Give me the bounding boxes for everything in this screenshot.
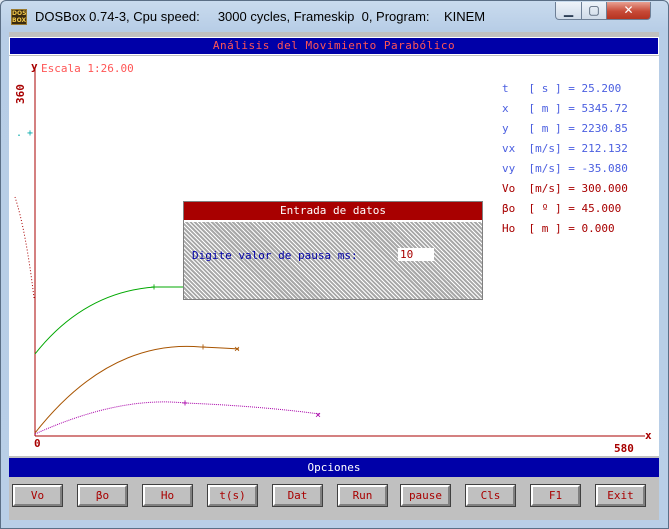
readout-beta: βo [ º ] = 45.000 bbox=[502, 202, 622, 215]
origin-label: 0 bbox=[34, 437, 41, 450]
readout-y: y [ m ] = 2230.85 bbox=[502, 122, 628, 135]
window-title: DOSBox 0.74-3, Cpu speed: 3000 cycles, F… bbox=[35, 9, 486, 24]
options-bar: Opciones bbox=[9, 458, 659, 477]
readout-vo: Vo [m/s] = 300.000 bbox=[502, 182, 628, 195]
program-header: Análisis del Movimiento Parabólico bbox=[9, 37, 659, 55]
minimize-button[interactable]: ▁ bbox=[555, 2, 582, 20]
y-max-label: 360 bbox=[14, 84, 27, 104]
x-axis-label: x bbox=[645, 429, 652, 442]
readout-t: t [ s ] = 25.200 bbox=[502, 82, 622, 95]
end-marker-brown: × bbox=[234, 344, 240, 355]
scale-label: Escala 1:26.00 bbox=[41, 62, 134, 75]
readout-x: x [ m ] = 5345.72 bbox=[502, 102, 628, 115]
cyan-marker: + bbox=[27, 128, 33, 139]
apex-marker-magenta: + bbox=[182, 398, 188, 409]
dosbox-app-icon[interactable]: DOS BOX bbox=[11, 9, 27, 25]
cls-button[interactable]: Cls bbox=[465, 484, 516, 507]
vo-button[interactable]: Vo bbox=[12, 484, 63, 507]
f1-button[interactable]: F1 bbox=[530, 484, 581, 507]
minimize-icon: ▁ bbox=[563, 3, 574, 17]
apex-marker-brown: + bbox=[200, 342, 206, 353]
readout-vy: vy [m/s] = -35.080 bbox=[502, 162, 628, 175]
close-button[interactable]: ✕ bbox=[606, 2, 651, 20]
trajectory-green bbox=[34, 286, 185, 355]
trajectory-brown bbox=[34, 345, 240, 434]
prior-trajectory bbox=[14, 196, 35, 299]
apex-marker-green: + bbox=[151, 282, 157, 293]
exit-button[interactable]: Exit bbox=[595, 484, 646, 507]
x-max-label: 580 bbox=[614, 442, 634, 455]
readout-ho: Ho [ m ] = 0.000 bbox=[502, 222, 615, 235]
beta-button[interactable]: βo bbox=[77, 484, 128, 507]
readout-vx: vx [m/s] = 212.132 bbox=[502, 142, 628, 155]
close-icon: ✕ bbox=[623, 3, 634, 17]
dat-button[interactable]: Dat bbox=[272, 484, 323, 507]
ho-button[interactable]: Ho bbox=[142, 484, 193, 507]
end-marker-magenta: × bbox=[315, 410, 321, 421]
dosbox-window: DOS BOX DOSBox 0.74-3, Cpu speed: 3000 c… bbox=[0, 0, 669, 529]
dos-screen[interactable]: Análisis del Movimiento Parabólico + + ×… bbox=[9, 32, 659, 520]
maximize-icon: ▢ bbox=[588, 3, 600, 17]
app-icon-text: DOS BOX bbox=[12, 10, 27, 24]
y-axis-label: y bbox=[31, 60, 38, 73]
dialog-title: Entrada de datos bbox=[184, 202, 482, 222]
title-bar[interactable]: DOS BOX DOSBox 0.74-3, Cpu speed: 3000 c… bbox=[1, 1, 668, 33]
cyan-dot: . bbox=[16, 128, 22, 139]
pause-button[interactable]: pause bbox=[400, 484, 451, 507]
maximize-button[interactable]: ▢ bbox=[581, 2, 607, 20]
time-button[interactable]: t(s) bbox=[207, 484, 258, 507]
data-entry-dialog: Entrada de datos Digite valor de pausa m… bbox=[183, 201, 483, 300]
pause-prompt: Digite valor de pausa ms: bbox=[192, 249, 358, 262]
button-row: Vo βo Ho t(s) Dat Run pause Cls F1 Exit bbox=[9, 479, 659, 520]
trajectory-magenta bbox=[34, 401, 321, 435]
pause-input[interactable]: 10 bbox=[398, 248, 434, 261]
run-button[interactable]: Run bbox=[337, 484, 388, 507]
